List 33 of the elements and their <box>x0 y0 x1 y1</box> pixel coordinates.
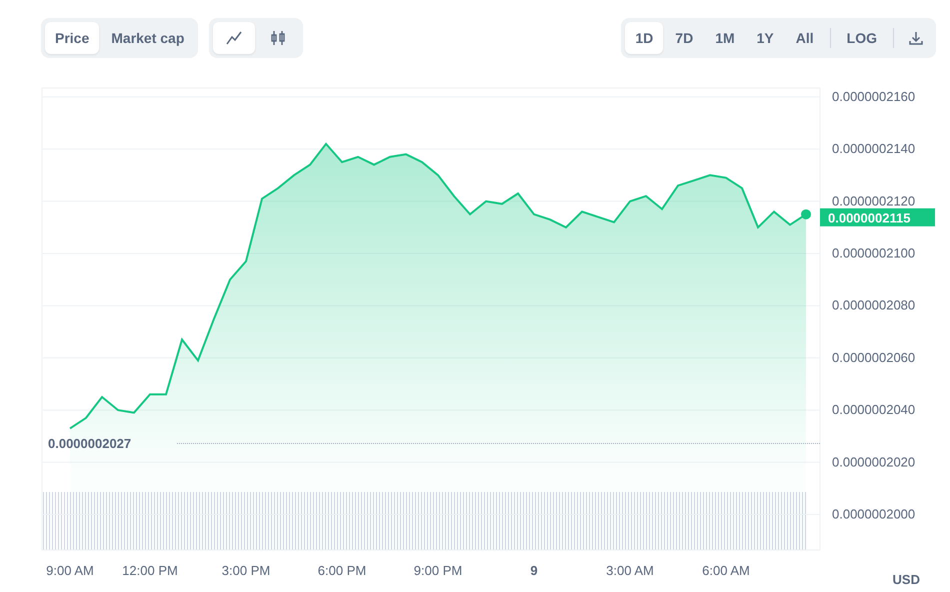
x-tick-label: 3:00 PM <box>222 563 270 578</box>
range-tab[interactable]: 7D <box>665 22 704 54</box>
chart-type-button[interactable] <box>213 22 256 54</box>
x-tick-label: 9:00 PM <box>414 563 462 578</box>
y-tick-label: 0.0000002020 <box>832 454 916 470</box>
x-tick-label: 3:00 AM <box>606 563 654 578</box>
candlestick-icon <box>270 30 286 46</box>
y-tick-label: 0.0000002140 <box>832 141 916 156</box>
download-icon <box>908 30 924 46</box>
range-tab[interactable]: All <box>786 22 824 54</box>
view-tab[interactable]: Price <box>45 22 100 54</box>
view-tab[interactable]: Market cap <box>101 22 194 54</box>
y-tick-label: 0.0000002040 <box>832 402 916 418</box>
log-scale-button[interactable]: LOG <box>836 22 887 54</box>
range-tab[interactable]: 1M <box>705 22 745 54</box>
reference-price-label: 0.0000002027 <box>48 436 132 451</box>
y-tick-label: 0.0000002160 <box>832 88 916 104</box>
currency-label: USD <box>892 572 920 587</box>
y-tick-label: 0.0000002100 <box>832 245 916 260</box>
x-tick-label: 6:00 PM <box>318 563 366 578</box>
last-price-badge: 0.0000002115 <box>820 208 935 226</box>
x-tick-label: 6:00 AM <box>702 563 750 578</box>
line-chart-icon <box>226 30 242 46</box>
x-tick-label: 9 <box>530 563 538 578</box>
y-tick-label: 0.0000002060 <box>832 350 916 365</box>
x-tick-label: 12:00 PM <box>122 563 178 578</box>
y-tick-label: 0.0000002000 <box>832 506 916 522</box>
range-tab[interactable]: 1Y <box>746 22 784 54</box>
last-point-marker <box>801 209 811 220</box>
range-tab[interactable]: 1D <box>625 22 664 54</box>
x-tick-label: 9:00 AM <box>46 563 94 578</box>
y-tick-label: 0.0000002120 <box>832 193 916 208</box>
y-tick-label: 0.0000002080 <box>832 298 916 313</box>
